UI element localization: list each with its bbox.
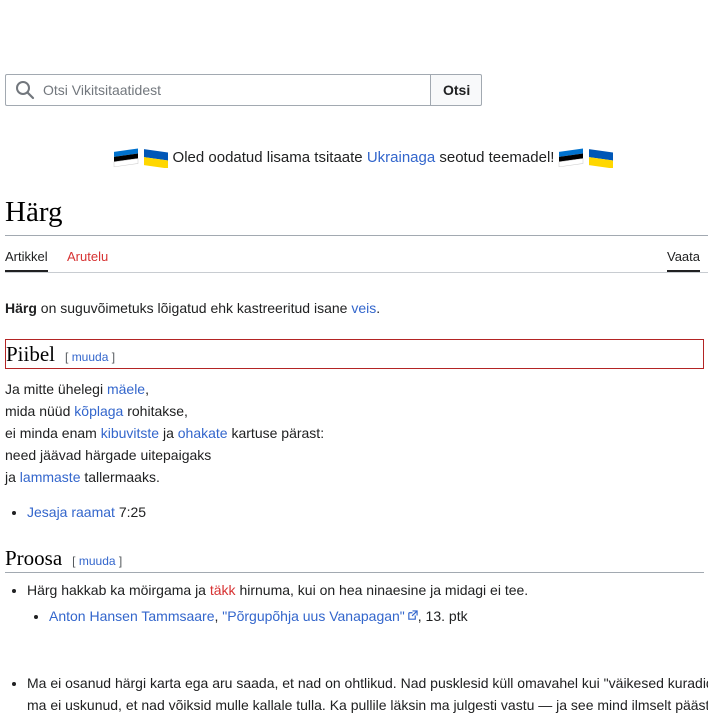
tab-talk[interactable]: Arutelu [67, 249, 108, 264]
list-item: Härg hakkab ka möirgama ja täkk hirnuma,… [27, 582, 528, 624]
source-ref: 7:25 [114, 504, 147, 520]
estonia-flag-icon [558, 146, 584, 168]
quote-line: Ja mitte ühelegi mäele, [5, 378, 324, 400]
page-title: Härg [5, 196, 63, 228]
edit-section: [ muuda ] [65, 350, 115, 364]
site-notice: Oled oodatud lisama tsitaate Ukrainaga s… [0, 146, 708, 168]
page-tabs: Artikkel Arutelu Vaata [5, 240, 700, 272]
text: ja [5, 469, 20, 485]
text: ei minda enam [5, 425, 101, 441]
intro-subject: Härg [5, 300, 37, 316]
quote-line: ja lammaste tallermaaks. [5, 466, 324, 488]
search-box[interactable] [5, 74, 431, 106]
section-title: Piibel [6, 342, 56, 366]
text: tallermaaks. [80, 469, 160, 485]
quote-line: mida nüüd kõplaga rohitakse, [5, 400, 324, 422]
list-item: Jesaja raamat 7:25 [27, 504, 146, 520]
link-author[interactable]: Anton Hansen Tammsaare [49, 608, 215, 624]
source-list: Anton Hansen Tammsaare, "Põrgupõhja uus … [27, 608, 528, 624]
search-input[interactable] [43, 82, 413, 98]
link-koplaga[interactable]: kõplaga [74, 403, 123, 419]
ukraine-flag-icon [143, 146, 169, 168]
text: ja [159, 425, 178, 441]
intro-end: . [376, 300, 381, 316]
external-link-icon [408, 610, 418, 620]
intro-text: on suguvõimetuks lõigatud ehk kastreerit… [36, 300, 352, 316]
tab-view[interactable]: Vaata [666, 249, 700, 272]
edit-bracket-close: ] [108, 350, 116, 364]
edit-section-link[interactable]: muuda [79, 554, 116, 568]
quote-list: Ma ei osanud härgi karta ega aru saada, … [5, 672, 708, 716]
quote-text: Ma ei osanud härgi karta ega aru saada, … [27, 675, 708, 691]
intro-paragraph: Härg on suguvõimetuks lõigatud ehk kastr… [5, 300, 380, 316]
banner-text: Oled oodatud lisama tsitaate Ukrainaga s… [173, 149, 555, 166]
link-takk[interactable]: täkk [210, 582, 236, 598]
edit-bracket-open: [ [65, 350, 72, 364]
link-jesaja-raamat[interactable]: Jesaja raamat [27, 504, 115, 520]
title-divider [5, 235, 708, 236]
search-form: Otsi [5, 74, 482, 106]
edit-bracket-close: ] [115, 554, 123, 568]
text: Ja mitte ühelegi [5, 381, 107, 397]
link-kibuvitste[interactable]: kibuvitste [101, 425, 159, 441]
source-list: Jesaja raamat 7:25 [5, 504, 146, 520]
edit-section-link[interactable]: muuda [72, 350, 109, 364]
link-ohakate[interactable]: ohakate [178, 425, 228, 441]
quote-text: ma ei uskunud, et nad võiksid mulle kall… [27, 697, 708, 713]
estonia-flag-icon [113, 146, 139, 168]
bible-quote: Ja mitte ühelegi mäele, mida nüüd kõplag… [5, 378, 324, 488]
quote-list: Härg hakkab ka möirgama ja täkk hirnuma,… [5, 582, 528, 624]
link-maele[interactable]: mäele [107, 381, 145, 397]
list-item: Anton Hansen Tammsaare, "Põrgupõhja uus … [49, 608, 528, 624]
banner-ukraine-link[interactable]: Ukrainaga [367, 149, 435, 166]
section-title: Proosa [5, 546, 63, 570]
banner-text-after: seotud teemadel! [435, 148, 555, 166]
link-work[interactable]: "Põrgupõhja uus Vanapagan" [222, 608, 405, 624]
list-item: Ma ei osanud härgi karta ega aru saada, … [27, 672, 708, 716]
link-veis[interactable]: veis [351, 300, 376, 316]
tabs-divider [5, 272, 708, 273]
text: , 13. ptk [417, 608, 468, 624]
section-heading-piibel: Piibel [ muuda ] [5, 339, 704, 369]
link-lammaste[interactable]: lammaste [20, 469, 81, 485]
edit-section: [ muuda ] [72, 554, 122, 568]
quote-line: ei minda enam kibuvitste ja ohakate kart… [5, 422, 324, 444]
text: , [145, 381, 149, 397]
search-button[interactable]: Otsi [431, 74, 482, 106]
quote-text: Härg hakkab ka möirgama ja [27, 582, 210, 598]
ukraine-flag-icon [588, 146, 614, 168]
section-heading-proosa: Proosa [ muuda ] [5, 546, 704, 573]
quote-text: hirnuma, kui on hea ninaesine ja midagi … [235, 582, 529, 598]
tab-article[interactable]: Artikkel [5, 249, 48, 272]
edit-bracket-open: [ [72, 554, 79, 568]
banner-text-before: Oled oodatud lisama tsitaate [172, 148, 367, 166]
text: rohitakse, [123, 403, 188, 419]
search-icon [16, 81, 35, 100]
text: kartuse pärast: [227, 425, 325, 441]
text: mida nüüd [5, 403, 75, 419]
quote-line: need jäävad härgade uitepaigaks [5, 447, 212, 463]
